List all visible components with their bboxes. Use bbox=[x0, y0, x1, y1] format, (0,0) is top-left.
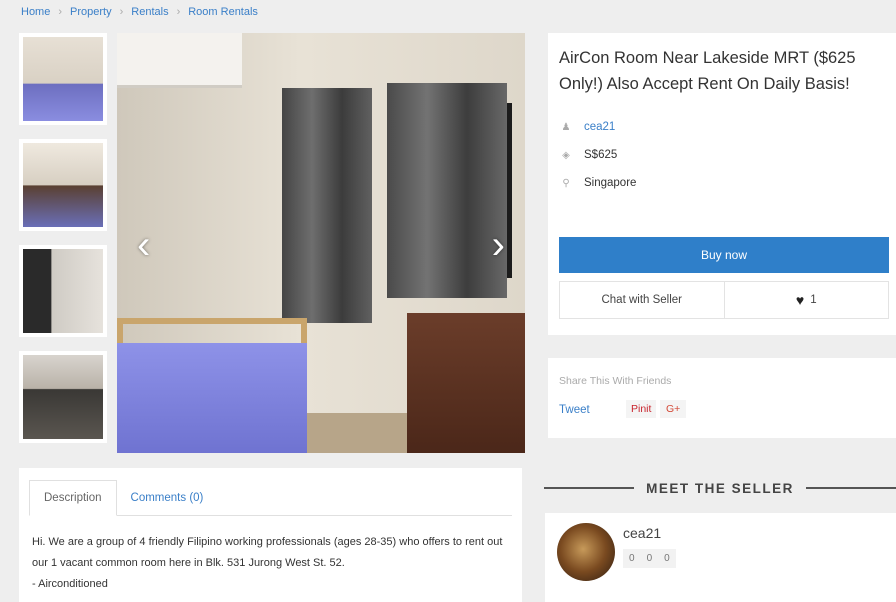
heart-icon: ♥ bbox=[795, 292, 805, 308]
breadcrumb-rentals[interactable]: Rentals bbox=[131, 6, 168, 18]
rating-positive: 0 bbox=[629, 553, 635, 564]
description-paragraph: Hi. We are a group of 4 friendly Filipin… bbox=[32, 536, 503, 569]
thumbnail-list bbox=[19, 33, 109, 457]
rating-neutral: 0 bbox=[646, 553, 653, 564]
share-card: Share This With Friends Tweet Pinit G+ bbox=[548, 358, 896, 438]
description-text: Hi. We are a group of 4 friendly Filipin… bbox=[32, 532, 512, 595]
photo-curtain-right bbox=[387, 83, 507, 298]
tab-bar: Description Comments (0) bbox=[29, 480, 512, 516]
tag-icon: ◈ bbox=[562, 149, 570, 161]
breadcrumb-room-rentals[interactable]: Room Rentals bbox=[188, 6, 258, 18]
seller-card: cea21 0 0 0 bbox=[545, 513, 896, 602]
thumbnail-image bbox=[23, 143, 103, 227]
description-line: - Airconditioned bbox=[32, 578, 108, 590]
listing-location-row: ⚲ Singapore bbox=[560, 177, 636, 189]
seller-ratings: 0 0 0 bbox=[623, 549, 676, 568]
photo-aircon bbox=[117, 33, 242, 88]
map-pin-icon: ⚲ bbox=[562, 177, 570, 189]
avatar[interactable] bbox=[557, 523, 615, 581]
thumbnail-4[interactable] bbox=[19, 351, 107, 443]
main-photo: ‹ › bbox=[117, 33, 525, 453]
chat-with-seller-button[interactable]: Chat with Seller bbox=[560, 282, 724, 318]
photo-floor bbox=[302, 413, 412, 453]
photo-curtain-left bbox=[282, 88, 372, 323]
listing-seller-link[interactable]: cea21 bbox=[584, 121, 615, 133]
photo-bed bbox=[117, 343, 307, 453]
listing-actions: Chat with Seller ♥ 1 bbox=[559, 281, 889, 319]
thumbnail-image bbox=[23, 355, 103, 439]
listing-price-row: ◈ S$625 bbox=[560, 149, 617, 161]
breadcrumb-property[interactable]: Property bbox=[70, 6, 112, 18]
listing-info-card: AirCon Room Near Lakeside MRT ($625 Only… bbox=[548, 33, 896, 335]
thumbnail-image bbox=[23, 37, 103, 121]
breadcrumb-home[interactable]: Home bbox=[21, 6, 50, 18]
thumbnail-1[interactable] bbox=[19, 33, 107, 125]
chevron-right-icon[interactable]: › bbox=[492, 225, 505, 265]
thumbnail-3[interactable] bbox=[19, 245, 107, 337]
breadcrumb-separator: › bbox=[119, 6, 124, 18]
divider bbox=[805, 487, 896, 489]
google-plus-button[interactable]: G+ bbox=[660, 400, 687, 418]
user-icon: ♟ bbox=[561, 121, 571, 133]
pinit-button[interactable]: Pinit bbox=[626, 400, 657, 418]
chevron-left-icon[interactable]: ‹ bbox=[137, 225, 150, 265]
thumbnail-2[interactable] bbox=[19, 139, 107, 231]
breadcrumb-separator: › bbox=[176, 6, 181, 18]
meet-the-seller-label: MEET THE SELLER bbox=[646, 480, 794, 496]
divider bbox=[544, 487, 635, 489]
listing-title: AirCon Room Near Lakeside MRT ($625 Only… bbox=[559, 49, 856, 93]
tab-comments[interactable]: Comments (0) bbox=[117, 480, 218, 515]
photo-dresser bbox=[407, 313, 525, 453]
share-title: Share This With Friends bbox=[559, 375, 672, 387]
like-count: 1 bbox=[810, 294, 817, 306]
like-button[interactable]: ♥ 1 bbox=[723, 282, 889, 318]
seller-name[interactable]: cea21 bbox=[623, 525, 661, 541]
listing-price: S$625 bbox=[584, 149, 618, 161]
thumbnail-image bbox=[23, 249, 103, 333]
meet-the-seller-heading: MEET THE SELLER bbox=[544, 478, 896, 498]
breadcrumb: Home › Property › Rentals › Room Rentals bbox=[21, 6, 258, 18]
buy-now-button[interactable]: Buy now bbox=[559, 237, 889, 273]
tab-description[interactable]: Description bbox=[29, 480, 117, 516]
listing-location: Singapore bbox=[584, 177, 637, 189]
breadcrumb-separator: › bbox=[58, 6, 63, 18]
listing-seller-row: ♟ cea21 bbox=[560, 121, 616, 133]
description-card: Description Comments (0) Hi. We are a gr… bbox=[19, 468, 522, 602]
rating-negative: 0 bbox=[664, 553, 670, 564]
tweet-button[interactable]: Tweet bbox=[559, 404, 590, 416]
